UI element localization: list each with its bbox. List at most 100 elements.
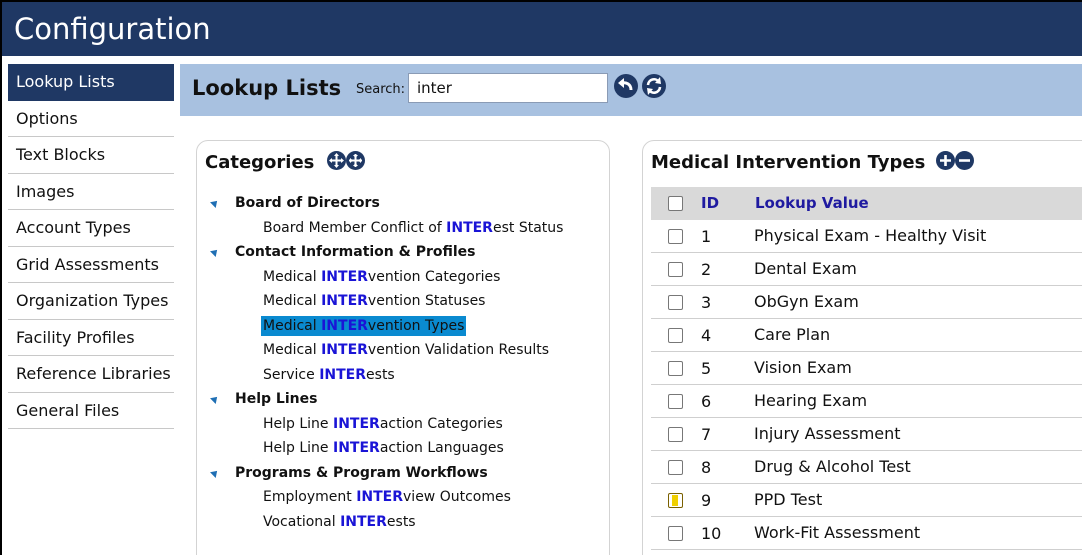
row-id: 9 xyxy=(701,491,712,510)
collapse-all-button[interactable] xyxy=(345,151,365,170)
category-tree: Board of Directors Board Member Conflict … xyxy=(205,191,605,534)
add-value-button[interactable] xyxy=(935,151,955,170)
table-row[interactable]: 9 PPD Test xyxy=(651,484,1082,517)
leaf-text-suffix: action Languages xyxy=(379,440,504,456)
tree-leaf[interactable]: Medical INTERvention Categories xyxy=(205,265,605,290)
row-checkbox[interactable] xyxy=(668,394,683,409)
tree-group-label: Contact Information & Profiles xyxy=(235,244,476,260)
leaf-text-prefix: Service xyxy=(263,366,320,383)
page-title: Lookup Lists xyxy=(192,76,342,100)
tree-leaf[interactable]: Medical INTERvention Validation Results xyxy=(205,338,605,363)
row-checkbox[interactable] xyxy=(668,262,683,277)
table-row[interactable]: 4 Care Plan xyxy=(651,319,1082,352)
sidebar-item-reference-libraries[interactable]: Reference Libraries xyxy=(8,356,174,393)
search-match-highlight: INTER xyxy=(321,342,368,358)
leaf-text-suffix: vention Categories xyxy=(367,268,501,285)
search-input[interactable] xyxy=(408,73,608,103)
sidebar-item-grid-assessments[interactable]: Grid Assessments xyxy=(8,247,174,283)
tree-leaf-label: Medical INTERvention Categories xyxy=(261,267,502,287)
row-checkbox[interactable] xyxy=(668,295,683,310)
leaf-text-suffix: ests xyxy=(366,366,395,383)
leaf-text-prefix: Medical xyxy=(263,342,322,358)
row-lookup-value: Vision Exam xyxy=(754,358,852,377)
row-id: 4 xyxy=(701,326,712,345)
app-frame: Configuration Lookup Lists Options Text Bl… xyxy=(2,2,1082,555)
table-row[interactable]: 5 Vision Exam xyxy=(651,352,1082,385)
row-checkbox[interactable] xyxy=(668,460,683,475)
search-match-highlight: INTER xyxy=(446,219,493,236)
leaf-text-prefix: Help Line xyxy=(263,440,333,456)
remove-icon xyxy=(958,159,970,162)
lookup-table-body: 1 Physical Exam - Healthy Visit 2 Dental Ex… xyxy=(651,220,1082,550)
tree-leaf[interactable]: Medical INTERvention Types xyxy=(205,314,605,339)
sidebar-item-images[interactable]: Images xyxy=(8,174,174,210)
row-checkbox[interactable] xyxy=(668,229,683,244)
remove-value-button[interactable] xyxy=(954,151,974,170)
row-checkbox[interactable] xyxy=(668,328,683,343)
leaf-text-suffix: vention Statuses xyxy=(367,293,486,309)
search-match-highlight: INTER xyxy=(356,489,404,505)
tree-leaf-label: Medical INTERvention Types xyxy=(261,315,467,336)
search-match-highlight: INTER xyxy=(321,317,368,334)
sidebar-item-lookup-lists[interactable]: Lookup Lists xyxy=(8,64,174,101)
categories-panel: Categories Board of Directors Board Membe… xyxy=(196,140,610,555)
expand-caret-icon[interactable] xyxy=(210,394,220,404)
tree-group-label: Programs & Program Workflows xyxy=(235,464,488,481)
table-row[interactable]: 1 Physical Exam - Healthy Visit xyxy=(651,220,1082,253)
table-row[interactable]: 2 Dental Exam xyxy=(651,253,1082,286)
expand-caret-icon[interactable] xyxy=(210,247,220,257)
leaf-text-prefix: Board Member Conflict of xyxy=(263,219,447,236)
sidebar-item-organization-types[interactable]: Organization Types xyxy=(8,283,174,320)
tree-group[interactable]: Help Lines xyxy=(205,387,605,412)
column-header-id[interactable]: ID xyxy=(701,194,719,212)
expand-caret-icon[interactable] xyxy=(210,198,220,208)
row-checkbox[interactable] xyxy=(668,526,683,541)
row-id: 1 xyxy=(701,227,712,246)
row-lookup-value: Drug & Alcohol Test xyxy=(754,457,911,476)
row-checkbox[interactable] xyxy=(668,493,683,508)
expand-caret-icon[interactable] xyxy=(210,467,220,478)
tree-leaf[interactable]: Medical INTERvention Statuses xyxy=(205,289,605,314)
row-id: 7 xyxy=(701,425,712,444)
table-row[interactable]: 6 Hearing Exam xyxy=(651,385,1082,418)
table-row[interactable]: 3 ObGyn Exam xyxy=(651,286,1082,319)
table-header: ID Lookup Value xyxy=(651,187,1082,220)
row-id: 2 xyxy=(701,260,712,279)
tree-group[interactable]: Board of Directors xyxy=(205,191,605,216)
tree-leaf[interactable]: Help Line INTERaction Categories xyxy=(205,412,605,437)
search-match-highlight: INTER xyxy=(333,415,380,432)
tree-leaf[interactable]: Board Member Conflict of INTERest Status xyxy=(205,216,605,241)
sidebar-item-options[interactable]: Options xyxy=(8,101,174,137)
table-row[interactable]: 7 Injury Assessment xyxy=(651,418,1082,451)
sidebar-item-text-blocks[interactable]: Text Blocks xyxy=(8,137,174,174)
sidebar-item-general-files[interactable]: General Files xyxy=(8,393,174,429)
sidebar-item-facility-profiles[interactable]: Facility Profiles xyxy=(8,320,174,356)
leaf-text-prefix: Medical xyxy=(263,293,322,309)
sidebar-item-account-types[interactable]: Account Types xyxy=(8,210,174,247)
search-match-highlight: INTER xyxy=(333,440,380,456)
tree-leaf[interactable]: Employment INTERview Outcomes xyxy=(205,485,605,510)
leaf-text-prefix: Employment xyxy=(263,489,357,505)
table-row[interactable]: 10 Work-Fit Assessment xyxy=(651,517,1082,550)
row-lookup-value: Care Plan xyxy=(754,325,831,344)
select-all-checkbox[interactable] xyxy=(668,196,683,211)
tree-leaf[interactable]: Vocational INTERests xyxy=(205,510,605,535)
tree-leaf-label: Employment INTERview Outcomes xyxy=(261,487,513,507)
expand-all-button[interactable] xyxy=(326,151,346,170)
refresh-button[interactable] xyxy=(642,74,666,98)
tree-leaf[interactable]: Service INTERests xyxy=(205,363,605,388)
row-checkbox[interactable] xyxy=(668,427,683,442)
leaf-text-suffix: vention Validation Results xyxy=(367,342,550,358)
table-row[interactable]: 8 Drug & Alcohol Test xyxy=(651,451,1082,484)
lookup-values-title-text: Medical Intervention Types xyxy=(651,152,926,173)
column-header-lookup-value[interactable]: Lookup Value xyxy=(755,194,869,212)
tree-group[interactable]: Contact Information & Profiles xyxy=(205,240,605,265)
tree-leaf[interactable]: Help Line INTERaction Languages xyxy=(205,436,605,461)
row-checkbox[interactable] xyxy=(668,361,683,376)
search-match-highlight: INTER xyxy=(340,513,387,530)
search-match-highlight: INTER xyxy=(321,268,368,285)
undo-button[interactable] xyxy=(614,74,638,98)
tree-group[interactable]: Programs & Program Workflows xyxy=(205,461,605,486)
tree-leaf-label: Vocational INTERests xyxy=(261,512,418,532)
leaf-text-suffix: est Status xyxy=(492,219,564,236)
